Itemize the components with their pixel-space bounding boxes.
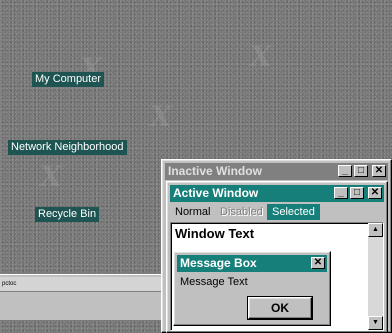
close-button[interactable]: ✕ <box>368 187 382 199</box>
ok-button[interactable]: OK <box>247 296 313 320</box>
menu-item-normal[interactable]: Normal <box>175 204 210 220</box>
message-text: Message Text <box>180 276 248 288</box>
message-box[interactable]: Message Box ✕ Message Text OK <box>173 251 331 326</box>
arrow-down-icon: ▼ <box>372 319 379 326</box>
taskbar: pctoc <box>0 274 170 320</box>
message-box-title: Message Box <box>180 256 257 270</box>
menu-item-disabled: Disabled <box>220 206 263 218</box>
maximize-icon: □ <box>353 187 361 198</box>
close-button[interactable]: ✕ <box>311 257 325 269</box>
vertical-scrollbar[interactable]: ▲ ▼ <box>368 223 383 330</box>
desktop-icon-network-neighborhood[interactable]: Network Neighborhood <box>8 140 127 155</box>
active-window-titlebar[interactable]: Active Window _ □ ✕ <box>170 185 384 202</box>
desktop-wallpaper-logo: X <box>250 40 272 73</box>
desktop-icon-my-computer[interactable]: My Computer <box>32 72 105 87</box>
arrow-up-icon: ▲ <box>372 226 379 233</box>
close-button[interactable]: ✕ <box>372 165 386 177</box>
close-icon: ✕ <box>313 257 323 268</box>
inactive-window-titlebar[interactable]: Inactive Window _ □ ✕ <box>165 163 388 180</box>
scroll-up-button[interactable]: ▲ <box>368 223 383 237</box>
desktop-icon-recycle-bin[interactable]: Recycle Bin <box>35 207 100 222</box>
minimize-button[interactable]: _ <box>334 187 348 199</box>
window-text: Window Text <box>175 226 255 241</box>
minimize-icon: _ <box>338 187 344 198</box>
minimize-button[interactable]: _ <box>338 165 352 177</box>
maximize-button[interactable]: □ <box>350 187 364 199</box>
desktop-wallpaper-logo: X <box>150 100 172 133</box>
active-window-title: Active Window <box>173 186 259 200</box>
inactive-window-title: Inactive Window <box>168 164 262 178</box>
menu-item-selected[interactable]: Selected <box>267 204 320 220</box>
close-icon: ✕ <box>370 187 380 198</box>
maximize-button[interactable]: □ <box>354 165 368 177</box>
ok-button-label: OK <box>271 301 289 315</box>
scroll-down-button[interactable]: ▼ <box>368 316 383 330</box>
menu-bar: Normal Disabled Selected <box>170 204 384 220</box>
desktop-wallpaper-logo: X <box>40 160 62 193</box>
maximize-icon: □ <box>357 165 365 176</box>
close-icon: ✕ <box>374 165 384 176</box>
minimize-icon: _ <box>342 165 348 176</box>
message-box-titlebar[interactable]: Message Box ✕ <box>177 255 327 272</box>
taskbar-strip: pctoc <box>0 277 162 292</box>
